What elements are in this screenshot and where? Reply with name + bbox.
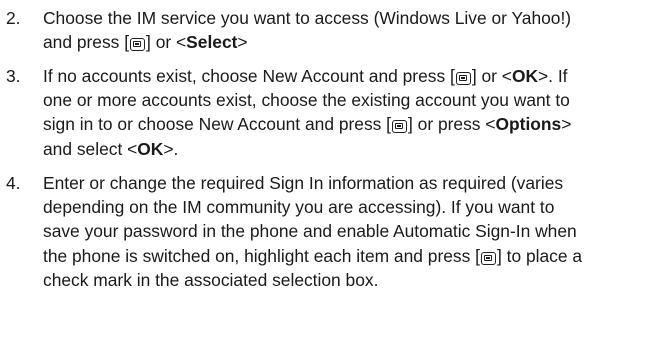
- text-line: and select <OK>.: [43, 137, 649, 161]
- text-run: and press [: [43, 32, 130, 53]
- text-run: save your password in the phone and enab…: [43, 221, 577, 242]
- select-key-icon: [455, 72, 471, 85]
- text-run: >: [237, 32, 248, 53]
- text-run: >: [561, 114, 572, 135]
- text-run: depending on the IM community you are ac…: [43, 197, 555, 218]
- text-run: >.: [163, 138, 179, 159]
- text-run: Choose the IM service you want to access…: [43, 8, 572, 28]
- step-text: Choose the IM service you want to access…: [43, 6, 649, 54]
- text-run: ] to place a: [496, 245, 583, 266]
- step-text: Enter or change the required Sign In inf…: [43, 171, 649, 292]
- step-number: 2.: [6, 8, 21, 28]
- text-line: the phone is switched on, highlight each…: [43, 244, 649, 268]
- text-line: depending on the IM community you are ac…: [43, 195, 649, 219]
- step-text: If no accounts exist, choose New Account…: [43, 64, 649, 161]
- text-run: sign in to or choose New Account and pre…: [43, 114, 392, 135]
- text-line: check mark in the associated selection b…: [43, 268, 649, 292]
- softkey-label: OK: [137, 138, 164, 159]
- text-run: and select <: [43, 138, 138, 159]
- text-line: If no accounts exist, choose New Account…: [43, 64, 649, 88]
- text-line: Enter or change the required Sign In inf…: [43, 171, 649, 195]
- text-run: ] or press <: [408, 114, 496, 135]
- text-run: Enter or change the required Sign In inf…: [43, 173, 564, 193]
- text-line: Choose the IM service you want to access…: [43, 6, 649, 30]
- softkey-label: Select: [186, 32, 238, 53]
- manual-page: 2. Choose the IM service you want to acc…: [0, 0, 652, 342]
- text-run: ] or <: [146, 32, 187, 53]
- select-key-icon: [130, 38, 146, 52]
- step-number: 3.: [6, 66, 21, 86]
- select-key-icon: [392, 120, 408, 134]
- text-run: >. If: [538, 66, 568, 86]
- step-number: 4.: [6, 173, 21, 193]
- text-run: the phone is switched on, highlight each…: [43, 245, 480, 266]
- text-run: If no accounts exist, choose New Account…: [43, 66, 455, 86]
- softkey-label: Options: [495, 114, 562, 135]
- text-line: sign in to or choose New Account and pre…: [43, 112, 649, 136]
- select-key-icon: [480, 251, 496, 265]
- softkey-label: OK: [511, 66, 539, 86]
- text-line: save your password in the phone and enab…: [43, 219, 649, 243]
- text-line: and press [ ] or <Select>: [43, 30, 649, 54]
- text-run: one or more accounts exist, choose the e…: [43, 90, 570, 111]
- text-line: one or more accounts exist, choose the e…: [43, 88, 649, 112]
- text-run: check mark in the associated selection b…: [43, 269, 379, 290]
- text-run: ] or <: [471, 66, 512, 86]
